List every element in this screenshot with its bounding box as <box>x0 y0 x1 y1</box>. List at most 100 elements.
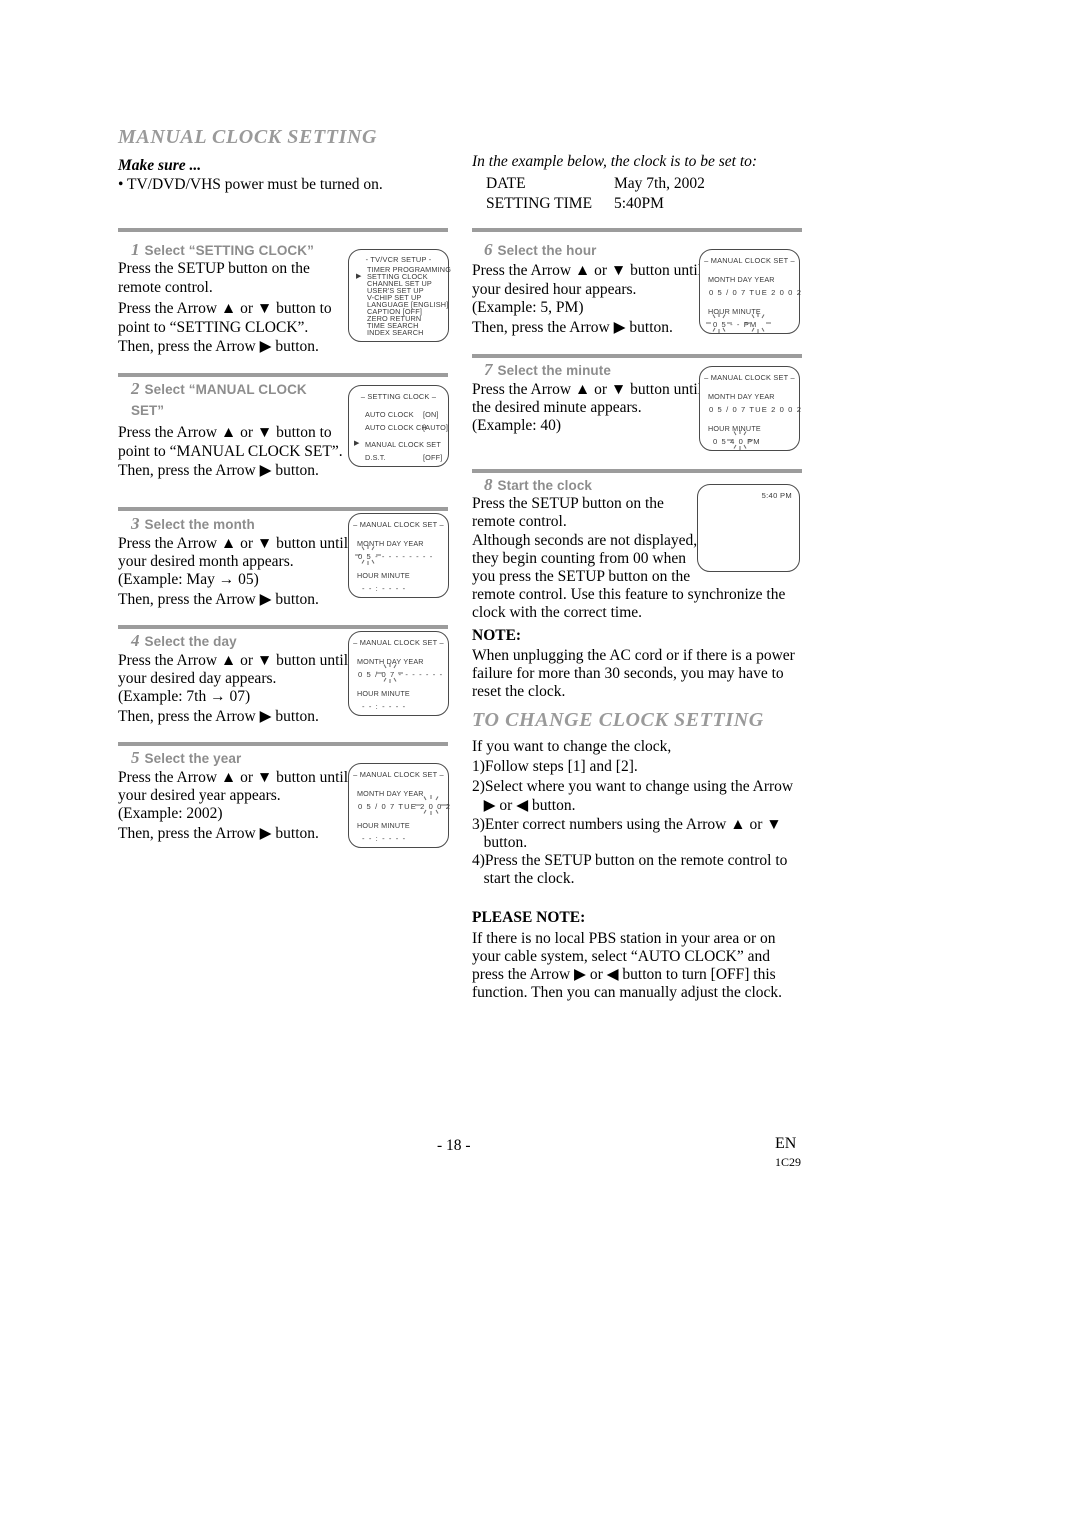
osd-setup-cursor-icon: ▶ <box>356 272 362 280</box>
step-3-heading: 3 Select the month <box>131 514 255 534</box>
step-3-line-3: (Example: May → 05) <box>118 571 259 588</box>
change-line-8: start the clock. <box>472 870 575 887</box>
step-6-line-1: Press the Arrow ▲ or ▼ button until <box>472 262 703 279</box>
step-5-number: 5 <box>131 748 140 767</box>
step-1-line-4: point to “SETTING CLOCK”. <box>118 319 309 336</box>
please-note-title: PLEASE NOTE: <box>472 909 586 926</box>
change-line-5: 3)Enter correct numbers using the Arrow … <box>472 816 782 833</box>
step-7-line-2: the desired minute appears. <box>472 399 642 416</box>
step-3-label: Select the month <box>144 517 255 532</box>
make-sure-label: Make sure ... <box>118 157 202 174</box>
divider-step-7 <box>472 354 802 358</box>
example-row-time-value: 5:40PM <box>614 195 664 212</box>
step-2-label: Select “MANUAL CLOCK <box>144 382 307 397</box>
divider-step-6 <box>472 228 802 232</box>
step-3-line-2: your desired month appears. <box>118 553 294 570</box>
osd-manual-clock-set-month: – MANUAL CLOCK SET – MONTH DAY YEAR 0 5 … <box>348 513 449 598</box>
step-5-line-3: (Example: 2002) <box>118 805 223 822</box>
step-8-line-6: remote control. Use this feature to sync… <box>472 586 786 603</box>
osd-hour-value-date: 0 5 / 0 7 TUE 2 0 0 2 <box>709 288 803 297</box>
step-8-label: Start the clock <box>497 478 593 493</box>
osd-setting-clock-row-2-name: MANUAL CLOCK SET <box>365 440 441 449</box>
osd-day-header-date: MONTH DAY YEAR <box>357 657 424 666</box>
example-row-date-value: May 7th, 2002 <box>614 175 705 192</box>
tv-screen-clock-display: 5:40 PM <box>761 491 792 500</box>
step-6-line-2: your desired hour appears. <box>472 281 637 298</box>
osd-hour-header-date: MONTH DAY YEAR <box>708 275 775 284</box>
osd-hour-title: – MANUAL CLOCK SET – <box>704 256 795 265</box>
change-line-6: button. <box>472 834 528 851</box>
note-line-3: reset the clock. <box>472 683 566 700</box>
step-5-line-1: Press the Arrow ▲ or ▼ button until <box>118 769 349 786</box>
osd-day-title: – MANUAL CLOCK SET – <box>353 638 444 647</box>
change-clock-setting-title: TO CHANGE CLOCK SETTING <box>472 709 764 731</box>
osd-day-value-time: - - : - - - - <box>362 702 407 711</box>
osd-minute-header-time: HOUR MINUTE <box>708 424 761 433</box>
step-8-line-2: remote control. <box>472 513 567 530</box>
step-5-line-2: your desired year appears. <box>118 787 281 804</box>
osd-setting-clock-row-1-value: [AUTO] <box>423 423 449 432</box>
note-line-1: When unplugging the AC cord or if there … <box>472 647 795 664</box>
osd-setting-clock-menu: – SETTING CLOCK – AUTO CLOCK [ON] AUTO C… <box>348 385 449 467</box>
osd-setup-item-9: INDEX SEARCH <box>367 328 424 337</box>
step-8-line-4: they begin counting from 00 when <box>472 550 686 567</box>
step-3-number: 3 <box>131 514 140 533</box>
step-7-label: Select the minute <box>497 363 611 378</box>
step-6-heading: 6 Select the hour <box>484 240 597 260</box>
step-5-heading: 5 Select the year <box>131 748 241 768</box>
change-line-3: 2)Select where you want to change using … <box>472 778 794 795</box>
osd-manual-clock-set-day: – MANUAL CLOCK SET – MONTH DAY YEAR 0 5 … <box>348 631 449 716</box>
osd-minute-title: – MANUAL CLOCK SET – <box>704 373 795 382</box>
footer-doc-code: 1C29 <box>775 1155 802 1169</box>
osd-manual-clock-set-minute: – MANUAL CLOCK SET – MONTH DAY YEAR 0 5 … <box>699 366 803 451</box>
step-7-heading: 7 Select the minute <box>484 360 611 380</box>
step-8-number: 8 <box>484 475 493 494</box>
osd-year-header-time: HOUR MINUTE <box>357 821 410 830</box>
osd-setting-clock-title: – SETTING CLOCK – <box>360 392 437 401</box>
divider-step-2 <box>118 373 448 377</box>
osd-minute-value-time: 0 5 4 0 PM <box>713 437 761 446</box>
make-sure-bullet: • TV/DVD/VHS power must be turned on. <box>118 176 383 193</box>
divider-step-1 <box>118 228 448 232</box>
osd-month-value-date: 0 5 - - - - - - - - - <box>358 552 434 561</box>
step-8-line-7: clock with the correct time. <box>472 604 643 621</box>
osd-month-value-time: - - : - - - - <box>362 584 407 593</box>
divider-step-3 <box>118 507 448 511</box>
osd-setting-clock-row-3-value: [OFF] <box>423 453 443 462</box>
example-row-time-label: SETTING TIME <box>486 195 593 212</box>
step-1-line-3: Press the Arrow ▲ or ▼ button to <box>118 300 332 317</box>
step-2-heading: 2 Select “MANUAL CLOCK <box>131 379 307 399</box>
step-7-line-3: (Example: 40) <box>472 417 562 434</box>
osd-setting-clock-row-0-name: AUTO CLOCK <box>365 410 414 419</box>
step-2-number: 2 <box>131 379 140 398</box>
example-row-date-label: DATE <box>486 175 526 192</box>
osd-manual-clock-set-hour: – MANUAL CLOCK SET – MONTH DAY YEAR 0 5 … <box>699 249 803 334</box>
step-3-line-1: Press the Arrow ▲ or ▼ button until <box>118 535 349 552</box>
step-1-line-5: Then, press the Arrow ▶ button. <box>118 338 319 355</box>
osd-hour-value-time: 0 5 - - PM <box>713 320 758 329</box>
step-3-line-4: Then, press the Arrow ▶ button. <box>118 591 319 608</box>
footer-page-number: - 18 - <box>437 1137 471 1154</box>
osd-minute-value-date: 0 5 / 0 7 TUE 2 0 0 2 <box>709 405 803 414</box>
step-1-heading: 1 Select “SETTING CLOCK” <box>131 240 314 260</box>
step-6-line-3: (Example: 5, PM) <box>472 299 584 316</box>
step-8-line-3: Although seconds are not displayed, <box>472 532 698 549</box>
change-line-2: 1)Follow steps [1] and [2]. <box>472 758 638 775</box>
osd-year-title: – MANUAL CLOCK SET – <box>353 770 444 779</box>
osd-setting-clock-row-0-value: [ON] <box>423 410 439 419</box>
osd-year-value-time: - - : - - - - <box>362 834 407 843</box>
osd-setting-clock-row-1-name: AUTO CLOCK CH <box>365 423 427 432</box>
osd-tv-vcr-setup-menu: - TV/VCR SETUP - ▶ TIMER PROGRAMMING SET… <box>348 249 451 342</box>
osd-month-header-date: MONTH DAY YEAR <box>357 539 424 548</box>
example-lead: In the example below, the clock is to be… <box>472 153 758 170</box>
step-7-number: 7 <box>484 360 493 379</box>
step-4-label: Select the day <box>144 634 237 649</box>
osd-year-value-date: 0 5 / 0 7 TUE 2 0 0 2 <box>358 802 452 811</box>
step-4-line-1: Press the Arrow ▲ or ▼ button until <box>118 652 349 669</box>
please-note-line-1: If there is no local PBS station in your… <box>472 930 776 947</box>
step-8-line-5: you press the SETUP button on the <box>472 568 691 585</box>
osd-setting-clock-row-3-name: D.S.T. <box>365 453 386 462</box>
osd-day-header-time: HOUR MINUTE <box>357 689 410 698</box>
step-4-line-3: (Example: 7th → 07) <box>118 688 251 705</box>
osd-manual-clock-set-year: – MANUAL CLOCK SET – MONTH DAY YEAR 0 5 … <box>348 763 452 848</box>
